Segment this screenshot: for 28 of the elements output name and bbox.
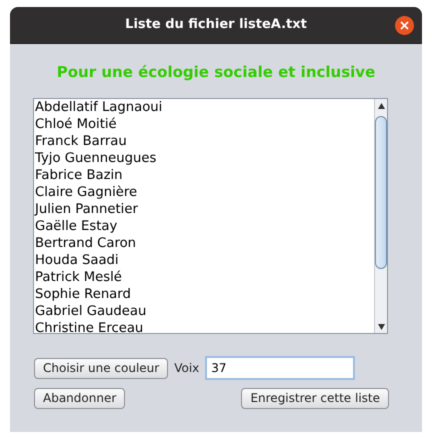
scrollbar[interactable] [374, 99, 387, 333]
names-list[interactable] [33, 98, 388, 334]
list-item[interactable]: Christine Erceau [35, 320, 144, 333]
cancel-button[interactable]: Abandonner [34, 388, 126, 409]
list-item[interactable]: Gaëlle Estay [35, 218, 118, 235]
choose-color-button[interactable]: Choisir une couleur [34, 358, 168, 378]
list-item[interactable]: Julien Pannetier [35, 201, 138, 218]
close-button[interactable] [395, 16, 414, 35]
list-item[interactable]: Bertrand Caron [35, 235, 136, 252]
list-item[interactable]: Houda Saadi [35, 252, 119, 269]
scroll-down-icon[interactable] [378, 324, 384, 330]
list-item[interactable]: Franck Barrau [35, 133, 127, 150]
list-item[interactable]: Patrick Meslé [35, 269, 122, 286]
list-item[interactable]: Chloé Moitié [35, 116, 117, 133]
scroll-thumb[interactable] [375, 116, 387, 269]
votes-field[interactable]: 37 [205, 356, 356, 380]
list-item[interactable]: Tyjo Guenneugues [35, 150, 156, 167]
list-item[interactable]: Abdellatif Lagnaoui [35, 99, 162, 116]
scroll-up-icon[interactable] [378, 102, 384, 108]
list-item[interactable]: Sophie Renard [35, 286, 131, 303]
list-item[interactable]: Gabriel Gaudeau [35, 303, 146, 320]
list-item[interactable]: Claire Gagnière [35, 184, 138, 201]
list-item[interactable]: Fabrice Bazin [35, 167, 123, 184]
heading: Pour une écologie sociale et inclusive [56, 63, 376, 81]
close-icon [400, 21, 409, 30]
window-title: Liste du fichier listeA.txt [125, 16, 307, 34]
votes-label: Voix [174, 360, 200, 377]
save-button[interactable]: Enregistrer cette liste [241, 388, 389, 409]
